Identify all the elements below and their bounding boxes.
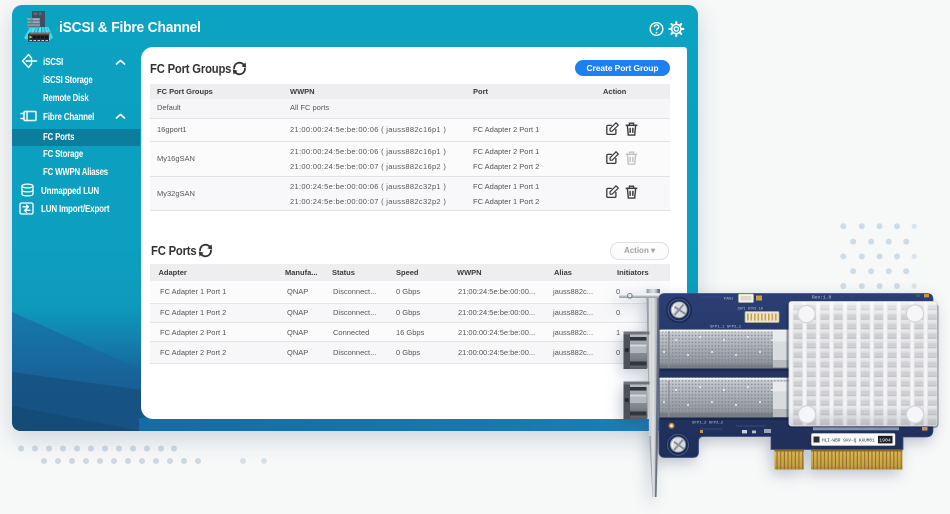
svg-text:1904: 1904 <box>879 438 891 444</box>
svg-text:Rev:1.0: Rev:1.0 <box>812 295 832 301</box>
svg-text:JSP1 9TVS 10: JSP1 9TVS 10 <box>737 308 763 312</box>
svg-text:SFP1_1 SFP2_1: SFP1_1 SFP2_1 <box>710 326 742 330</box>
svg-text:FAN1: FAN1 <box>724 298 734 302</box>
svg-text:SFP1_2 SFP2_2: SFP1_2 SFP2_2 <box>692 422 724 426</box>
svg-text:HLI-WBR 9AV-Q KXUM01: HLI-WBR 9AV-Q KXUM01 <box>822 439 875 444</box>
